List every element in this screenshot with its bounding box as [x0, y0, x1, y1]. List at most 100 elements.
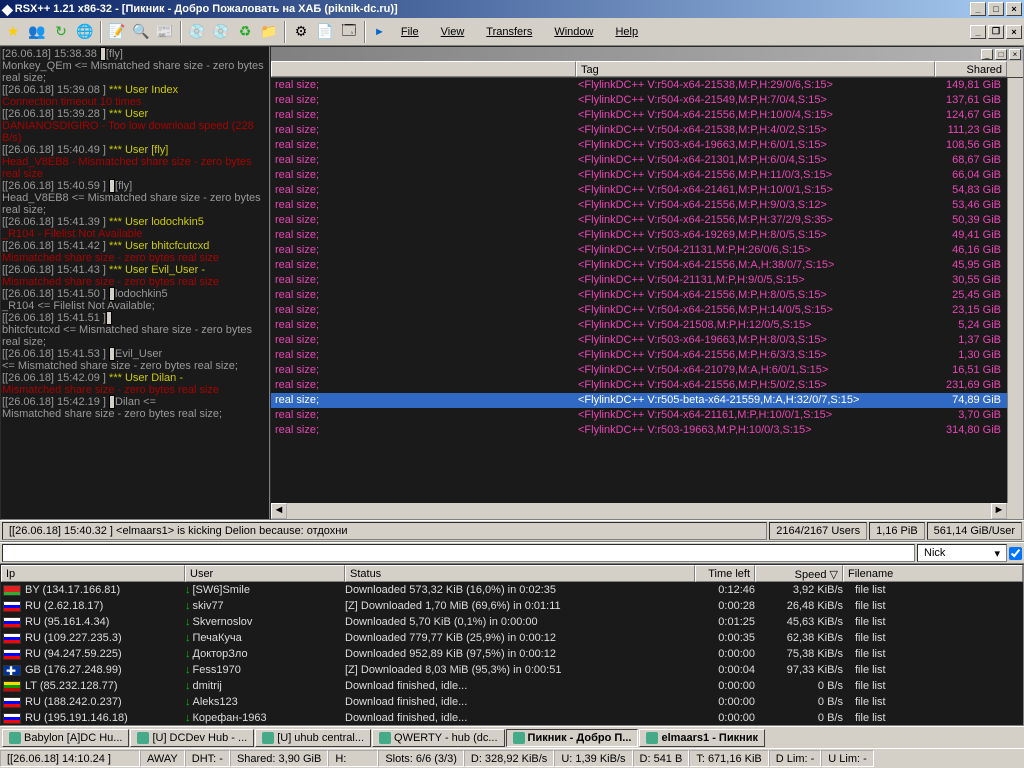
user-list-row[interactable]: real size;<FlylinkDC++ V:r504-x64-21556,… [271, 198, 1007, 213]
disk-red-icon[interactable]: 💿 [210, 21, 232, 43]
inner-minimize-button[interactable]: _ [970, 25, 986, 39]
log-line: [[26.06.18] 15:41.42 ] *** User bhitcfcu… [2, 240, 268, 252]
inner-restore-button[interactable]: ❐ [988, 25, 1004, 39]
transfer-row[interactable]: LT (85.232.128.77)↓dmitrijDownload finis… [1, 678, 1023, 694]
user-list-row[interactable]: real size;<FlylinkDC++ V:r503-x64-19663,… [271, 333, 1007, 348]
transfer-row[interactable]: RU (109.227.235.3)↓ПечаКучаDownloaded 77… [1, 630, 1023, 646]
close-button[interactable]: × [1006, 2, 1022, 16]
panel-close-button[interactable]: × [1009, 49, 1021, 60]
hub-tab[interactable]: [U] DCDev Hub - ... [130, 729, 254, 747]
user-list-row[interactable]: real size;<FlylinkDC++ V:r504-x64-21556,… [271, 213, 1007, 228]
user-list-row[interactable]: real size;<FlylinkDC++ V:r504-x64-21556,… [271, 378, 1007, 393]
transfer-row[interactable]: RU (195.191.146.18)↓Корефан-1963Download… [1, 710, 1023, 725]
log-line: bhitcfcutcxd <= Mismatched share size - … [2, 324, 268, 348]
user-list-row[interactable]: real size;<FlylinkDC++ V:r504-21131,M:P,… [271, 243, 1007, 258]
status-dht: DHT: - [185, 750, 230, 767]
log-line: [[26.06.18] 15:41.50 ] lodochkin5 [2, 288, 268, 300]
log-line: [[26.06.18] 15:39.08 ] *** User Index [2, 84, 268, 96]
user-list-row[interactable]: real size;<FlylinkDC++ V:r504-x64-21549,… [271, 93, 1007, 108]
menu-view[interactable]: View [431, 22, 475, 42]
status-utotal: T: 671,16 KiB [689, 750, 768, 767]
refresh-icon[interactable]: ↻ [50, 21, 72, 43]
col-ip[interactable]: Ip [1, 565, 185, 582]
window-icon[interactable]: 🗔 [338, 21, 360, 43]
user-list-row[interactable]: real size;<FlylinkDC++ V:r504-x64-21461,… [271, 183, 1007, 198]
col-user[interactable]: User [185, 565, 345, 582]
user-list-row[interactable]: real size;<FlylinkDC++ V:r504-x64-21538,… [271, 78, 1007, 93]
log-line: Head_V8EB8 <= Mismatched share size - ze… [2, 192, 268, 216]
hub-icon [262, 732, 274, 744]
download-arrow-icon: ↓ [185, 632, 191, 644]
col-description[interactable] [271, 61, 576, 77]
disk-icon[interactable]: 💿 [186, 21, 208, 43]
col-status[interactable]: Status [345, 565, 695, 582]
minimize-button[interactable]: _ [970, 2, 986, 16]
users-icon[interactable]: 👥 [26, 21, 48, 43]
menu-window[interactable]: Window [544, 22, 603, 42]
nick-dropdown[interactable]: Nick▾ [917, 544, 1007, 562]
col-time[interactable]: Time left [695, 565, 755, 582]
transfer-row[interactable]: RU (95.161.4.34)↓SkvernoslovDownloaded 5… [1, 614, 1023, 630]
browse-icon[interactable]: 📁 [258, 21, 280, 43]
user-list-row[interactable]: real size;<FlylinkDC++ V:r504-x64-21556,… [271, 258, 1007, 273]
user-list-row[interactable]: real size;<FlylinkDC++ V:r504-x64-21556,… [271, 303, 1007, 318]
col-filename[interactable]: Filename [843, 565, 1023, 582]
news-icon[interactable]: 📰 [154, 21, 176, 43]
user-list-row[interactable]: real size;<FlylinkDC++ V:r504-21508,M:P,… [271, 318, 1007, 333]
user-list-row[interactable]: real size;<FlylinkDC++ V:r504-x64-21538,… [271, 123, 1007, 138]
maximize-button[interactable]: □ [988, 2, 1004, 16]
transfers-header: Ip User Status Time left Speed ▽ Filenam… [1, 565, 1023, 582]
refresh2-icon[interactable]: ♻ [234, 21, 256, 43]
col-shared[interactable]: Shared [935, 61, 1007, 77]
text-icon[interactable]: 📄 [314, 21, 336, 43]
user-list-row[interactable]: real size;<FlylinkDC++ V:r504-x64-21079,… [271, 363, 1007, 378]
hub-tab[interactable]: elmaars1 - Пикник [639, 729, 765, 747]
user-list-row[interactable]: real size;<FlylinkDC++ V:r503-19663,M:P,… [271, 423, 1007, 438]
col-speed[interactable]: Speed ▽ [755, 565, 843, 582]
hub-tab[interactable]: QWERTY - hub (dc... [372, 729, 505, 747]
user-list-row[interactable]: real size;<FlylinkDC++ V:r503-x64-19269,… [271, 228, 1007, 243]
inner-close-button[interactable]: × [1006, 25, 1022, 39]
nick-checkbox[interactable] [1009, 547, 1022, 560]
user-list-row[interactable]: real size;<FlylinkDC++ V:r504-x64-21556,… [271, 348, 1007, 363]
favorite-icon[interactable]: ★ [2, 21, 24, 43]
transfer-row[interactable]: RU (2.62.18.17)↓skiv77[Z] Downloaded 1,7… [1, 598, 1023, 614]
horizontal-scrollbar[interactable]: ◄ ► [271, 503, 1023, 519]
chat-log-panel[interactable]: [26.06.18] 15:38.38 [fly]Monkey_QEm <= M… [0, 46, 270, 520]
user-list-body[interactable]: real size;<FlylinkDC++ V:r504-x64-21538,… [271, 78, 1007, 503]
users-count: 2164/2167 Users [769, 522, 867, 540]
scrollbar[interactable] [1007, 78, 1023, 503]
menu-help[interactable]: Help [605, 22, 648, 42]
hub-tab[interactable]: [U] uhub central... [255, 729, 371, 747]
user-list-row[interactable]: real size;<FlylinkDC++ V:r504-x64-21161,… [271, 408, 1007, 423]
search-icon[interactable]: 🔍 [130, 21, 152, 43]
user-list-row[interactable]: real size;<FlylinkDC++ V:r504-x64-21556,… [271, 168, 1007, 183]
user-list-row[interactable]: real size;<FlylinkDC++ V:r505-beta-x64-2… [271, 393, 1007, 408]
toolbar-separator [284, 21, 286, 43]
chat-input[interactable] [2, 544, 915, 562]
user-list-row[interactable]: real size;<FlylinkDC++ V:r503-x64-19663,… [271, 138, 1007, 153]
user-list-row[interactable]: real size;<FlylinkDC++ V:r504-x64-21556,… [271, 288, 1007, 303]
transfer-row[interactable]: GB (176.27.248.99)↓Fess1970[Z] Downloade… [1, 662, 1023, 678]
user-list-row[interactable]: real size;<FlylinkDC++ V:r504-x64-21556,… [271, 108, 1007, 123]
hub-tab[interactable]: Babylon [A]DC Hu... [2, 729, 129, 747]
transfer-row[interactable]: RU (188.242.0.237)↓Aleks123Download fini… [1, 694, 1023, 710]
hub-tab[interactable]: Пикник - Добро П... [506, 729, 639, 747]
note-icon[interactable]: 📝 [106, 21, 128, 43]
col-tag[interactable]: Tag [576, 61, 935, 77]
menu-transfers[interactable]: Transfers [476, 22, 542, 42]
log-line: DANIANOSDIGIRO - Too low download speed … [2, 120, 268, 144]
toolbar-separator [180, 21, 182, 43]
transfer-row[interactable]: RU (94.247.59.225)↓ДокторЗлоDownloaded 9… [1, 646, 1023, 662]
panel-min-button[interactable]: _ [981, 49, 993, 60]
user-list-row[interactable]: real size;<FlylinkDC++ V:r504-21131,M:P,… [271, 273, 1007, 288]
globe-icon[interactable]: 🌐 [74, 21, 96, 43]
transfer-row[interactable]: BY (134.17.166.81)↓[SW6]SmileDownloaded … [1, 582, 1023, 598]
menu-file[interactable]: File [391, 22, 429, 42]
menu-arrow-icon[interactable]: ► [370, 26, 389, 38]
transfers-body[interactable]: BY (134.17.166.81)↓[SW6]SmileDownloaded … [1, 582, 1023, 725]
settings-icon[interactable]: ⚙ [290, 21, 312, 43]
flag-icon [3, 681, 21, 692]
user-list-row[interactable]: real size;<FlylinkDC++ V:r504-x64-21301,… [271, 153, 1007, 168]
panel-max-button[interactable]: □ [995, 49, 1007, 60]
